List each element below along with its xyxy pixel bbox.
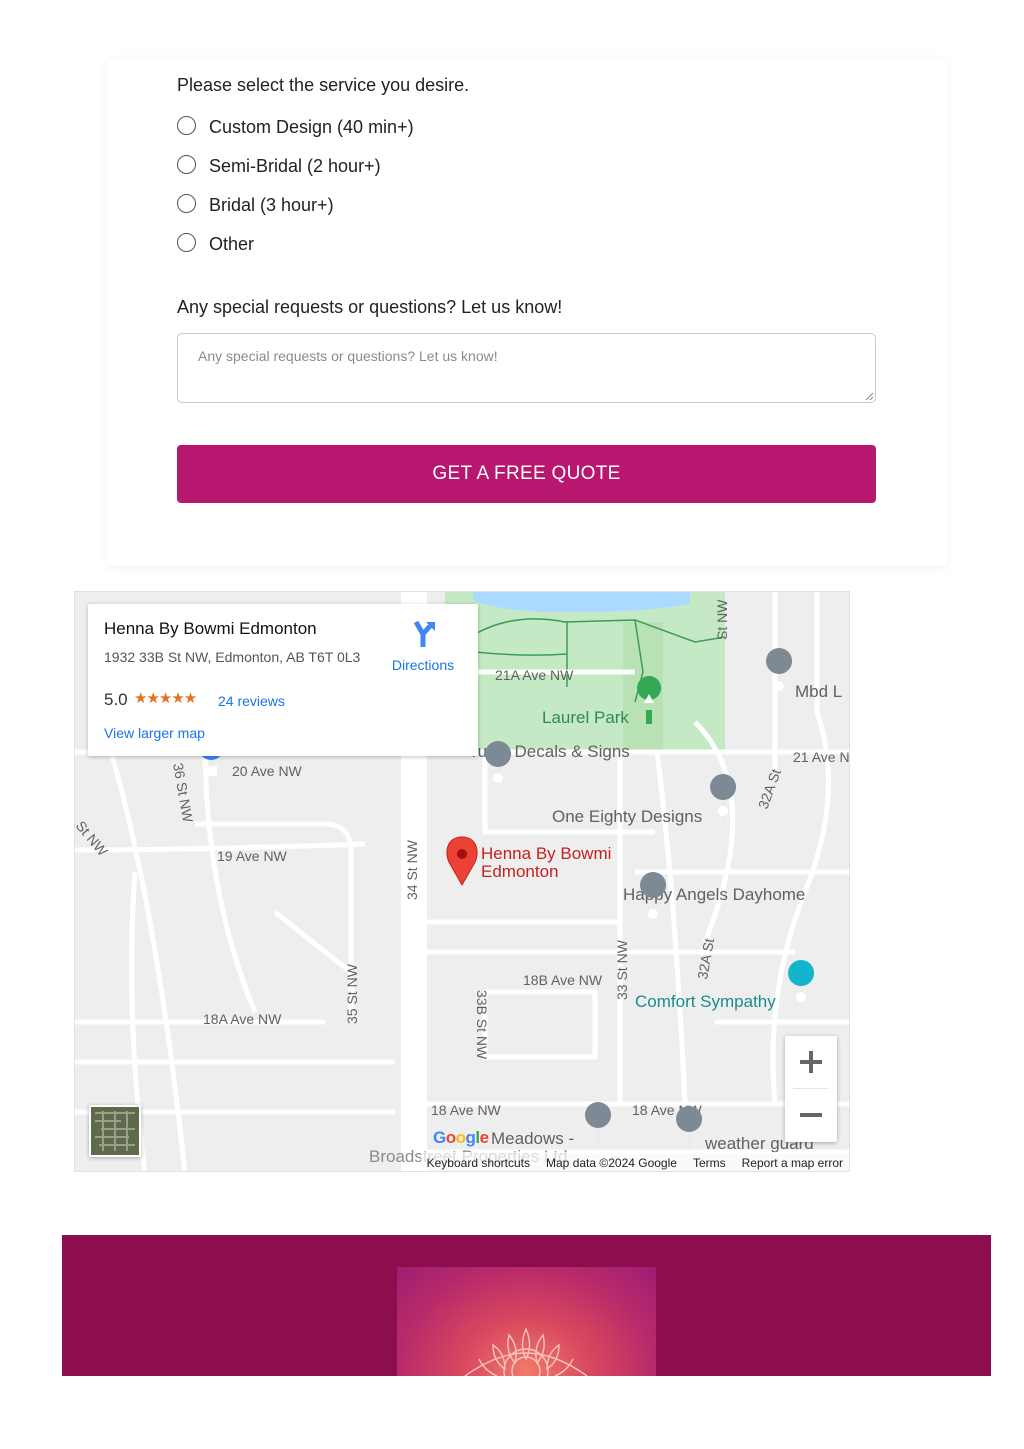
resize-grip-icon[interactable] — [864, 391, 874, 401]
funeral-pin-icon — [788, 960, 815, 1016]
svg-text:19 Ave NW: 19 Ave NW — [217, 848, 288, 864]
svg-text:36 St NW: 36 St NW — [170, 762, 196, 825]
svg-text:Comfort Sympathy: Comfort Sympathy — [635, 992, 776, 1011]
radio-custom-design[interactable]: Custom Design (40 min+) — [177, 115, 414, 137]
radio-bridal[interactable]: Bridal (3 hour+) — [177, 193, 334, 215]
place-info-card: Henna By Bowmi Edmonton 1932 33B St NW, … — [88, 604, 478, 756]
footer — [62, 1235, 991, 1376]
svg-text:34 St NW: 34 St NW — [404, 839, 420, 900]
plus-icon — [800, 1051, 822, 1073]
get-free-quote-button[interactable]: GET A FREE QUOTE — [177, 445, 876, 503]
map-data-text: Map data ©2024 Google — [546, 1155, 677, 1170]
zoom-in-button[interactable] — [785, 1036, 837, 1088]
place-pin-icon — [585, 1102, 612, 1157]
minus-icon — [800, 1113, 822, 1117]
svg-text:One Eighty Designs: One Eighty Designs — [552, 807, 702, 826]
radio-label: Other — [209, 234, 255, 254]
svg-text:18B Ave NW: 18B Ave NW — [523, 972, 603, 988]
radio-button[interactable] — [177, 116, 196, 135]
svg-text:18 Ave NW: 18 Ave NW — [431, 1102, 502, 1118]
place-pin-icon — [640, 872, 667, 942]
place-name: Henna By Bowmi Edmonton — [104, 619, 317, 638]
zoom-controls — [785, 1036, 837, 1142]
requests-label: Any special requests or questions? Let u… — [177, 297, 563, 317]
svg-text:35 St NW: 35 St NW — [344, 963, 360, 1024]
svg-text:32A St: 32A St — [694, 937, 717, 981]
radio-label: Semi-Bridal (2 hour+) — [209, 156, 381, 176]
directions-label: Directions — [391, 657, 455, 673]
svg-text:32A St: 32A St — [755, 767, 784, 811]
requests-textarea[interactable] — [177, 333, 876, 403]
place-pin-icon — [766, 648, 793, 707]
radio-button[interactable] — [177, 194, 196, 213]
keyboard-shortcuts-link[interactable]: Keyboard shortcuts — [427, 1156, 530, 1170]
zoom-out-button[interactable] — [785, 1089, 837, 1141]
location-pin-icon[interactable] — [446, 836, 478, 887]
radio-button[interactable] — [177, 233, 196, 252]
mandala-icon — [464, 1327, 588, 1376]
svg-text:St NW: St NW — [714, 599, 730, 640]
service-question: Please select the service you desire. — [177, 75, 470, 95]
svg-text:33B St NW: 33B St NW — [474, 990, 490, 1060]
reviews-link[interactable]: 24 reviews — [218, 693, 285, 709]
terms-link[interactable]: Terms — [693, 1156, 726, 1170]
report-error-link[interactable]: Report a map error — [742, 1156, 843, 1170]
svg-text:33 St NW: 33 St NW — [614, 939, 630, 1000]
svg-text:St NW: St NW — [75, 818, 111, 860]
google-map-embed[interactable]: 21A Ave NW 21 Ave N 20 Ave NW 19 Ave NW … — [74, 591, 850, 1172]
svg-text:Laurel Park: Laurel Park — [542, 708, 629, 727]
directions-button[interactable]: Directions — [382, 620, 464, 673]
directions-icon — [413, 620, 435, 647]
radio-button[interactable] — [177, 155, 196, 174]
place-pin-icon — [485, 741, 512, 798]
svg-text:18A Ave NW: 18A Ave NW — [203, 1011, 282, 1027]
satellite-thumbnail-icon — [91, 1107, 139, 1155]
map-attribution: Keyboard shortcuts Map data ©2024 Google… — [420, 1152, 849, 1171]
radio-semi-bridal[interactable]: Semi-Bridal (2 hour+) — [177, 154, 381, 176]
radio-other[interactable]: Other — [177, 232, 255, 254]
view-larger-map-link[interactable]: View larger map — [104, 725, 205, 741]
radio-label: Bridal (3 hour+) — [209, 195, 334, 215]
svg-text:20 Ave NW: 20 Ave NW — [232, 763, 303, 779]
satellite-view-toggle[interactable] — [89, 1105, 141, 1157]
pin-label-line2: Edmonton — [481, 862, 559, 881]
footer-mandala-image — [397, 1267, 656, 1376]
google-logo: Google — [433, 1128, 489, 1147]
pin-label-line1: Henna By Bowmi — [481, 844, 611, 863]
svg-text:Meadows -: Meadows - — [491, 1129, 574, 1148]
svg-text:Mbd L: Mbd L — [795, 682, 842, 701]
place-rating: 5.0 — [104, 690, 128, 709]
svg-text:21 Ave N: 21 Ave N — [793, 749, 850, 765]
place-address: 1932 33B St NW, Edmonton, AB T6T 0L3 — [104, 649, 361, 665]
radio-label: Custom Design (40 min+) — [209, 117, 414, 137]
svg-text:21A Ave NW: 21A Ave NW — [495, 667, 574, 683]
rating-stars-icon: ★★★★★ — [134, 690, 197, 707]
